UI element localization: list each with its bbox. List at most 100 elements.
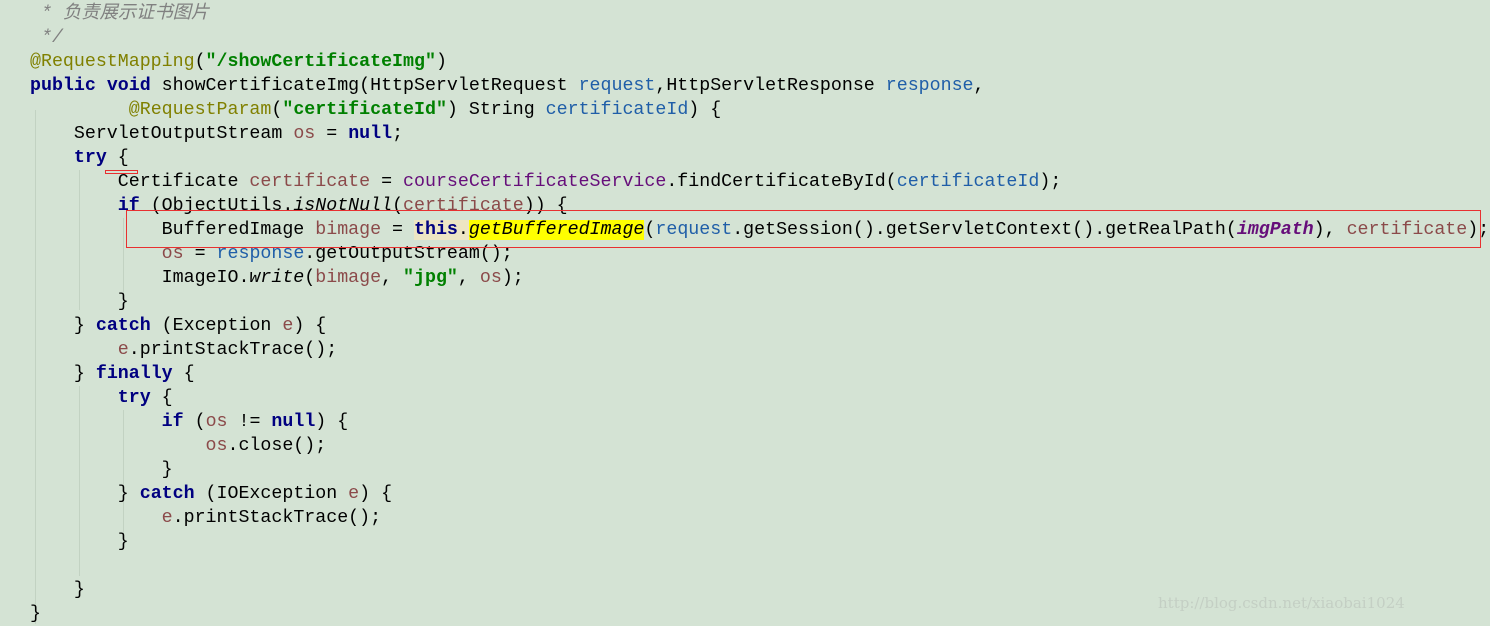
code-token: if bbox=[161, 412, 184, 432]
code-token: certificateId bbox=[545, 100, 689, 120]
code-token: "/showCertificateImg" bbox=[205, 52, 436, 72]
annotation-highlight-box bbox=[126, 210, 1481, 248]
code-token: .findCertificateById( bbox=[666, 172, 897, 192]
code-token: } bbox=[30, 604, 41, 624]
code-token: certificateId bbox=[896, 172, 1040, 192]
code-token: */ bbox=[40, 28, 63, 48]
code-token: e bbox=[117, 340, 129, 360]
code-token: * 负责展示证书图片 bbox=[40, 4, 210, 24]
code-token: void bbox=[106, 76, 151, 96]
code-token: e bbox=[161, 508, 173, 528]
code-line: * 负责展示证书图片 bbox=[30, 2, 1489, 26]
code-token: ); bbox=[501, 268, 524, 288]
code-token: public bbox=[30, 76, 96, 96]
code-line: } bbox=[30, 530, 1489, 554]
watermark: http://blog.csdn.net/xiaobai1024 bbox=[1158, 594, 1405, 612]
code-token: ) String bbox=[446, 100, 546, 120]
code-token: courseCertificateService bbox=[403, 172, 667, 192]
code-line: os.close(); bbox=[30, 434, 1489, 458]
code-token: ) bbox=[435, 52, 447, 72]
code-token: @RequestMapping bbox=[30, 52, 195, 72]
code-token: finally bbox=[95, 364, 173, 384]
code-token: write bbox=[249, 268, 305, 288]
code-token: request bbox=[578, 76, 656, 96]
code-token: try bbox=[73, 148, 107, 168]
code-line: ImageIO.write(bimage, "jpg", os); bbox=[30, 266, 1489, 290]
code-line: } catch (IOException e) { bbox=[30, 482, 1489, 506]
code-token: ServletOutputStream bbox=[73, 124, 294, 144]
code-token: ); bbox=[1039, 172, 1062, 192]
code-token: , bbox=[973, 76, 985, 96]
code-token: } bbox=[117, 532, 129, 552]
code-token: certificate bbox=[249, 172, 371, 192]
code-line: public void showCertificateImg(HttpServl… bbox=[30, 74, 1489, 98]
code-token: ( bbox=[183, 412, 206, 432]
code-line: } bbox=[30, 290, 1489, 314]
code-line: if (os != null) { bbox=[30, 410, 1489, 434]
code-token: ) { bbox=[315, 412, 349, 432]
code-token: = bbox=[370, 172, 404, 192]
code-line: } finally { bbox=[30, 362, 1489, 386]
code-token: ,HttpServletResponse bbox=[655, 76, 886, 96]
code-token: } bbox=[161, 460, 173, 480]
code-token: ; bbox=[392, 124, 404, 144]
code-token: } bbox=[73, 580, 85, 600]
code-token: @RequestParam bbox=[128, 100, 272, 120]
code-token: null bbox=[348, 124, 393, 144]
code-token: , bbox=[381, 268, 404, 288]
code-line: } bbox=[30, 458, 1489, 482]
code-token: ) { bbox=[688, 100, 722, 120]
code-token: catch bbox=[139, 484, 195, 504]
code-token: bimage bbox=[315, 268, 382, 288]
code-line: e.printStackTrace(); bbox=[30, 338, 1489, 362]
code-token: } bbox=[117, 292, 129, 312]
code-token: ) { bbox=[293, 316, 327, 336]
code-token: ( bbox=[271, 100, 283, 120]
code-token: (IOException bbox=[194, 484, 349, 504]
code-token: Certificate bbox=[117, 172, 250, 192]
code-line: try { bbox=[30, 146, 1489, 170]
code-token: { bbox=[150, 388, 173, 408]
code-token: { bbox=[172, 364, 195, 384]
code-token: "jpg" bbox=[403, 268, 458, 288]
code-token: catch bbox=[95, 316, 151, 336]
code-line: */ bbox=[30, 26, 1489, 50]
code-token: response bbox=[885, 76, 974, 96]
code-token: = bbox=[315, 124, 349, 144]
code-token: ( bbox=[194, 52, 206, 72]
code-token: { bbox=[106, 148, 129, 168]
code-token: .close(); bbox=[227, 436, 327, 456]
error-underline-marker bbox=[105, 170, 138, 174]
code-token: ImageIO. bbox=[161, 268, 250, 288]
code-token: .printStackTrace(); bbox=[128, 340, 338, 360]
code-token: .printStackTrace(); bbox=[172, 508, 382, 528]
code-line: try { bbox=[30, 386, 1489, 410]
code-line: e.printStackTrace(); bbox=[30, 506, 1489, 530]
code-line: Certificate certificate = courseCertific… bbox=[30, 170, 1489, 194]
code-token: (Exception bbox=[150, 316, 283, 336]
code-token: } bbox=[73, 316, 96, 336]
code-token: } bbox=[73, 364, 96, 384]
code-token: try bbox=[117, 388, 151, 408]
code-editor[interactable]: * 负责展示证书图片 */@RequestMapping("/showCerti… bbox=[30, 2, 1489, 626]
code-token: os bbox=[205, 412, 228, 432]
code-token: null bbox=[271, 412, 316, 432]
code-line: @RequestParam("certificateId") String ce… bbox=[30, 98, 1489, 122]
code-token: } bbox=[117, 484, 140, 504]
code-token: showCertificateImg(HttpServletRequest bbox=[150, 76, 579, 96]
code-token: os bbox=[479, 268, 502, 288]
code-line: } catch (Exception e) { bbox=[30, 314, 1489, 338]
code-token: os bbox=[205, 436, 228, 456]
code-line: ServletOutputStream os = null; bbox=[30, 122, 1489, 146]
code-token: "certificateId" bbox=[282, 100, 447, 120]
code-token: != bbox=[227, 412, 272, 432]
code-token: ( bbox=[304, 268, 316, 288]
code-token: e bbox=[282, 316, 294, 336]
code-token: os bbox=[293, 124, 316, 144]
code-line: @RequestMapping("/showCertificateImg") bbox=[30, 50, 1489, 74]
code-token: e bbox=[348, 484, 360, 504]
code-token: , bbox=[457, 268, 480, 288]
code-token: ) { bbox=[359, 484, 393, 504]
